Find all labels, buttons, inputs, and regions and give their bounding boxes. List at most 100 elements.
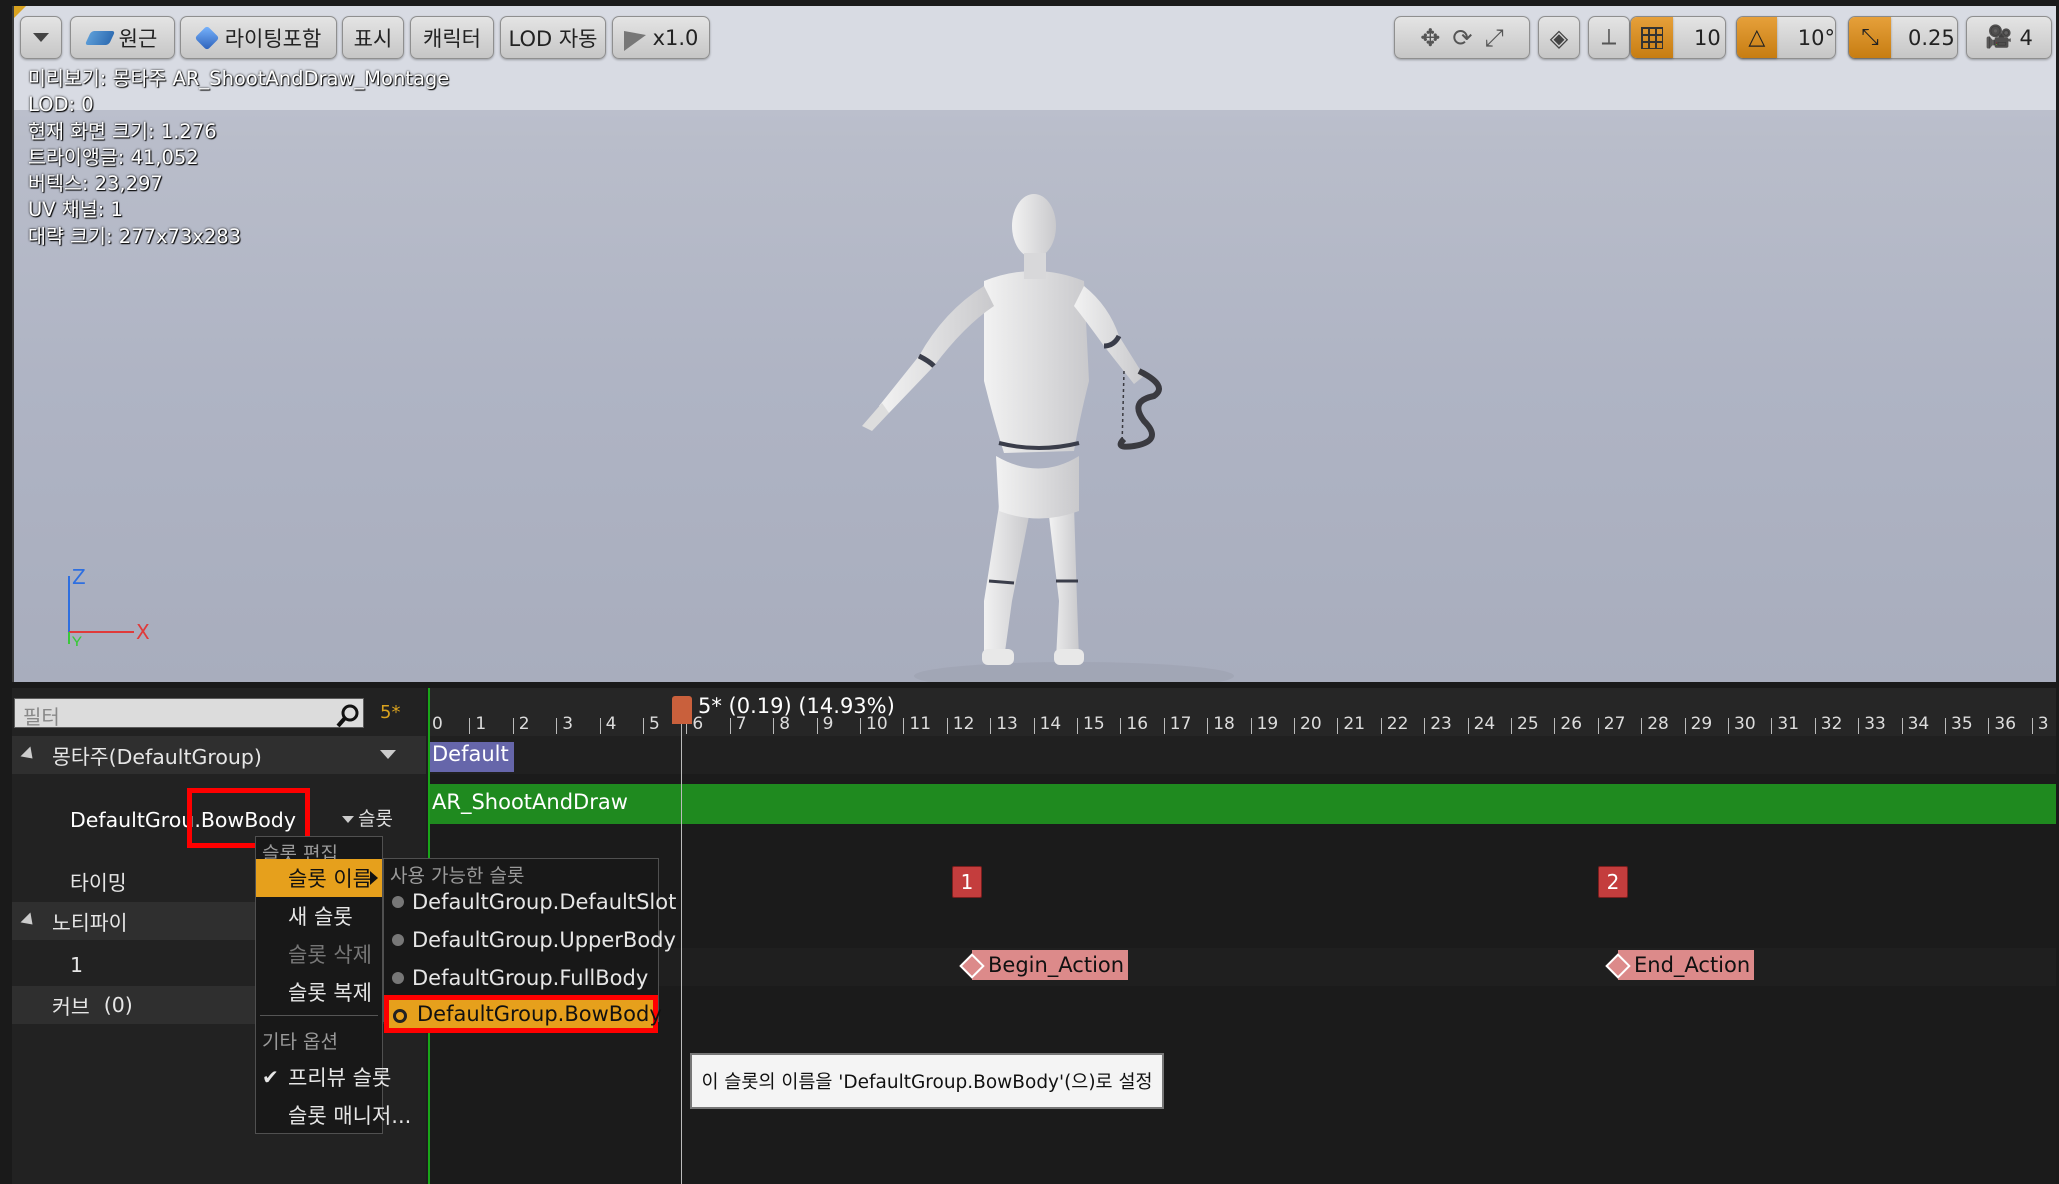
menu-item-preview-slot[interactable]: ✔ 프리뷰 슬롯 [256,1058,391,1096]
menu-item-slot-name[interactable]: 슬롯 이름 [256,859,382,897]
anim-segment[interactable]: AR_ShootAndDraw [428,784,2056,824]
scale-snap-toggle[interactable]: ⤡ [1849,17,1891,58]
chevron-down-icon[interactable] [380,750,396,759]
show-button[interactable]: 표시 [342,16,404,59]
menu-item-duplicate-slot[interactable]: 슬롯 복제 [256,973,382,1011]
ruler-tick-line [1554,718,1556,734]
translate-icon[interactable]: ✥ [1420,24,1440,52]
lighting-button[interactable]: 라이팅포함 [180,16,337,59]
ruler-tick-label: 5 [649,714,660,734]
section-row [428,736,2056,774]
ruler-tick-label: 3 [562,714,574,734]
ruler-tick-line [1945,718,1946,734]
ruler-tick-line [1077,718,1078,734]
stat-screen-size: 현재 화면 크기: 1.276 [28,119,217,143]
axis-x-label: X [136,620,150,644]
menu-item-slot-manager[interactable]: 슬롯 매니저... [256,1096,411,1134]
montage-group-header[interactable]: 몽타주(DefaultGroup) [12,736,426,774]
stat-uv-channels: UV 채널: 1 [28,198,123,222]
scale-snap-value[interactable]: 0.25 [1908,26,1955,50]
ruler-tick-label: 1 [475,714,487,734]
character-button[interactable]: 캐릭터 [410,16,494,59]
ruler-tick-line [643,718,644,734]
ruler-tick-line [1467,718,1469,734]
slot-option-upperbody[interactable]: DefaultGroup.UpperBody [384,921,676,959]
rotation-snap-value[interactable]: 10° [1798,26,1835,50]
radio-selected-icon [393,1009,407,1023]
ruler-tick-line [860,718,861,734]
transform-tools-group: ✥ ⟳ ⤢ [1394,16,1530,59]
radio-icon [392,896,404,908]
angle-icon: △ [1748,25,1766,50]
checkmark-icon: ✔ [262,1065,279,1089]
preview-viewport[interactable]: 원근 라이팅포함 표시 캐릭터 LOD 자동 x1.0 ✥ ⟳ ⤢ ◈ ⟂ 10… [12,6,2056,682]
notify-index-1[interactable]: 1 [952,866,982,898]
ruler-tick-line [1250,718,1252,734]
ruler-tick-line [1858,718,1860,734]
slot-name-tooltip: 이 슬롯의 이름을 'DefaultGroup.BowBody'(으)로 설정 [690,1053,1164,1109]
slot-option-bowbody[interactable]: DefaultGroup.BowBody [384,995,662,1033]
surface-snap-icon: ⟂ [1601,25,1617,50]
grid-snap-value[interactable]: 10 [1694,26,1721,50]
playback-speed-button[interactable]: x1.0 [612,16,710,59]
notify-index-2[interactable]: 2 [1598,866,1628,898]
grid-icon [1641,26,1663,49]
animation-montage-editor: 원근 라이팅포함 표시 캐릭터 LOD 자동 x1.0 ✥ ⟳ ⤢ ◈ ⟂ 10… [0,0,2059,1184]
ruler-tick-line [2031,718,2033,734]
perspective-button[interactable]: 원근 [70,16,175,59]
stat-lod: LOD: 0 [28,93,94,117]
world-local-toggle[interactable]: ◈ [1538,16,1580,59]
ruler-tick-label: 25 [1517,714,1539,734]
axis-gizmo: Z X Y [68,566,150,646]
rotation-snap-group: △ 10° [1736,16,1836,59]
axis-z-label: Z [72,566,86,589]
slot-dropdown-button[interactable]: 슬롯 [342,804,393,831]
menu-item-new-slot[interactable]: 새 슬롯 [256,897,382,935]
rotate-icon[interactable]: ⟳ [1452,24,1472,52]
filter-input[interactable]: 필터 [14,698,364,729]
grid-snap-toggle[interactable] [1631,17,1673,58]
stat-approx-size: 대략 크기: 277x73x283 [28,224,242,248]
ruler-tick-line [1207,718,1209,734]
ruler-tick-line [1988,718,1990,734]
section-default-marker[interactable]: Default [428,742,514,772]
viewport-stats: 미리보기: 몽타주 AR_ShootAndDraw_Montage LOD: 0… [28,66,449,250]
notify-begin-action[interactable]: Begin_Action [972,950,1129,980]
ruler-tick-line [1597,718,1599,734]
ruler-tick-line [1771,718,1773,734]
camera-speed-button[interactable]: 🎥 4 [1966,16,2052,59]
ruler-tick-line [1814,718,1816,734]
notify-end-action[interactable]: End_Action [1618,950,1755,980]
rotation-snap-toggle[interactable]: △ [1737,17,1777,58]
ruler-tick-line [1901,718,1903,734]
ruler-tick-line [903,718,905,734]
ruler-tick-label: 14 [1039,714,1062,734]
ruler-tick-label: 24 [1473,714,1496,734]
ruler-tick-label: 27 [1603,714,1626,734]
ruler-tick-label: 33 [1864,714,1886,734]
ruler-tick-line [1511,718,1512,734]
slot-context-menu-lower: ✔ 프리뷰 슬롯 슬롯 매니저... [255,1054,411,1134]
collapse-triangle-icon[interactable] [20,912,38,930]
ruler-tick-label: 31 [1777,714,1800,734]
menu-section-other-options: 기타 옵션 [262,1031,338,1053]
axis-y-label: Y [71,633,82,646]
slot-option-fullbody[interactable]: DefaultGroup.FullBody [384,959,658,997]
ruler-tick-label: 28 [1647,714,1669,734]
ruler-tick-label: 22 [1386,714,1409,734]
ruler-tick-label: 36 [1994,714,2017,734]
collapse-triangle-icon[interactable] [20,746,38,764]
stat-vertices: 버텍스: 23,297 [28,172,163,196]
viewport-options-button[interactable] [20,16,62,59]
ruler-tick-label: 19 [1256,714,1279,734]
search-icon[interactable] [335,703,361,729]
surface-snap-button[interactable]: ⟂ [1588,16,1630,59]
perspective-icon [84,30,115,45]
slot-option-defaultslot[interactable]: DefaultGroup.DefaultSlot [384,883,676,921]
chevron-down-icon [33,33,49,42]
playhead-handle[interactable] [672,696,692,724]
ruler-tick-line [599,718,601,734]
lod-button[interactable]: LOD 자동 [500,16,606,59]
ruler-tick-label: 4 [605,714,617,734]
scale-icon[interactable]: ⤢ [1485,24,1504,52]
